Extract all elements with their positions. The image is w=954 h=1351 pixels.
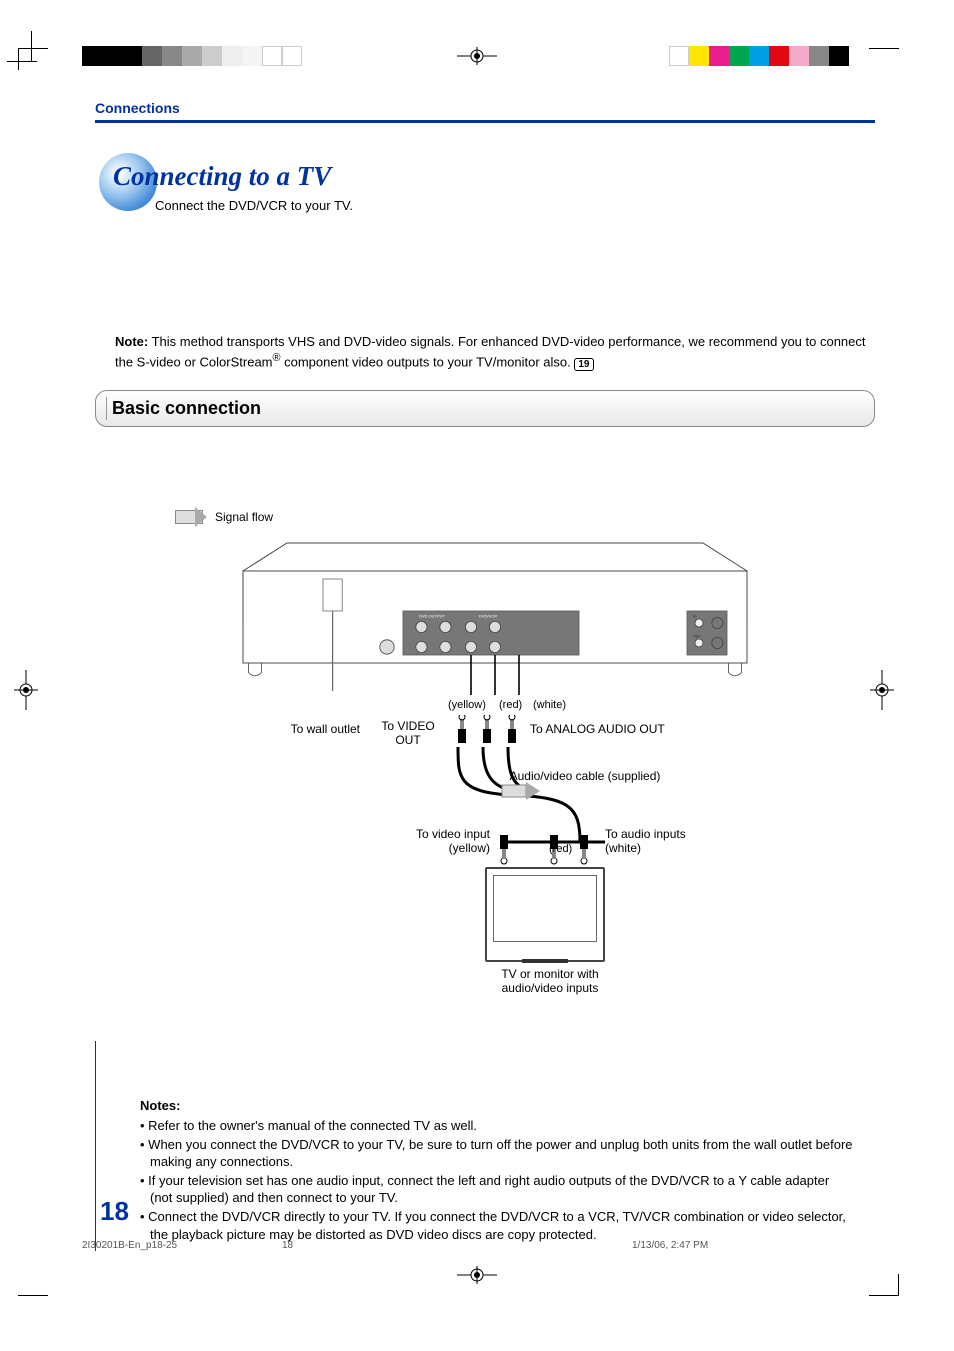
svg-text:DVD OUTPUT: DVD OUTPUT [419, 613, 446, 618]
section-header: Connections [95, 100, 875, 123]
page-subtitle: Connect the DVD/VCR to your TV. [155, 198, 875, 213]
plug-color-white: (white) [533, 699, 566, 711]
crop-corner [18, 1274, 48, 1296]
note-label: Note: [115, 334, 148, 349]
crop-corner [18, 48, 48, 70]
note-item: When you connect the DVD/VCR to your TV,… [140, 1136, 855, 1171]
connection-diagram: Signal flow [95, 507, 875, 1067]
signal-flow-legend: Signal flow [175, 507, 273, 527]
to-analog-audio-out-label: To ANALOG AUDIO OUT [530, 722, 690, 736]
title-area: Connecting to a TV Connect the DVD/VCR t… [95, 161, 875, 213]
crop-marks-bottom [0, 1211, 954, 1351]
to-video-out-label: To VIDEO OUT [373, 719, 443, 747]
registration-mark-top [457, 47, 497, 70]
note-text-2: component video outputs to your TV/monit… [281, 355, 575, 370]
rca-plugs-top [453, 715, 543, 751]
av-cable-label: Audio/video cable (supplied) [495, 769, 675, 783]
plug-color-red: (red) [499, 699, 522, 711]
tv-monitor [485, 867, 605, 962]
color-bar-cmyk [669, 46, 849, 66]
registration-mark-left [14, 670, 38, 715]
basic-heading-text: Basic connection [112, 398, 261, 418]
page-reference: 19 [574, 358, 593, 371]
svg-text:OUT: OUT [693, 634, 700, 638]
note-block: Note: This method transports VHS and DVD… [95, 333, 875, 372]
to-video-input-label: To video input (yellow) [395, 827, 490, 855]
note-item: If your television set has one audio inp… [140, 1172, 855, 1207]
tv-caption: TV or monitor with audio/video inputs [485, 967, 615, 995]
notes-heading: Notes: [140, 1097, 855, 1115]
registration-mark-bottom [457, 1266, 497, 1289]
color-bar-grayscale [82, 46, 302, 66]
signal-flow-label: Signal flow [215, 510, 273, 524]
plug-red-bottom: (red) [549, 843, 572, 855]
note-item: Refer to the owner's manual of the conne… [140, 1117, 855, 1135]
basic-connection-heading: Basic connection [95, 390, 875, 427]
page-content: Connections Connecting to a TV Connect t… [95, 80, 875, 1244]
registered-mark: ® [273, 352, 281, 364]
svg-text:DVD/VCR: DVD/VCR [479, 613, 497, 618]
crop-marks-top [0, 0, 954, 80]
plug-color-yellow: (yellow) [448, 699, 486, 711]
crop-corner [869, 48, 899, 70]
to-audio-inputs-label: To audio inputs (white) [605, 827, 705, 855]
page-title: Connecting to a TV [95, 161, 875, 192]
to-wall-outlet-label: To wall outlet [270, 722, 360, 736]
crop-corner [869, 1274, 899, 1296]
dvd-vcr-rear-panel: DVD OUTPUT DVD/VCR IN OUT [175, 535, 815, 695]
